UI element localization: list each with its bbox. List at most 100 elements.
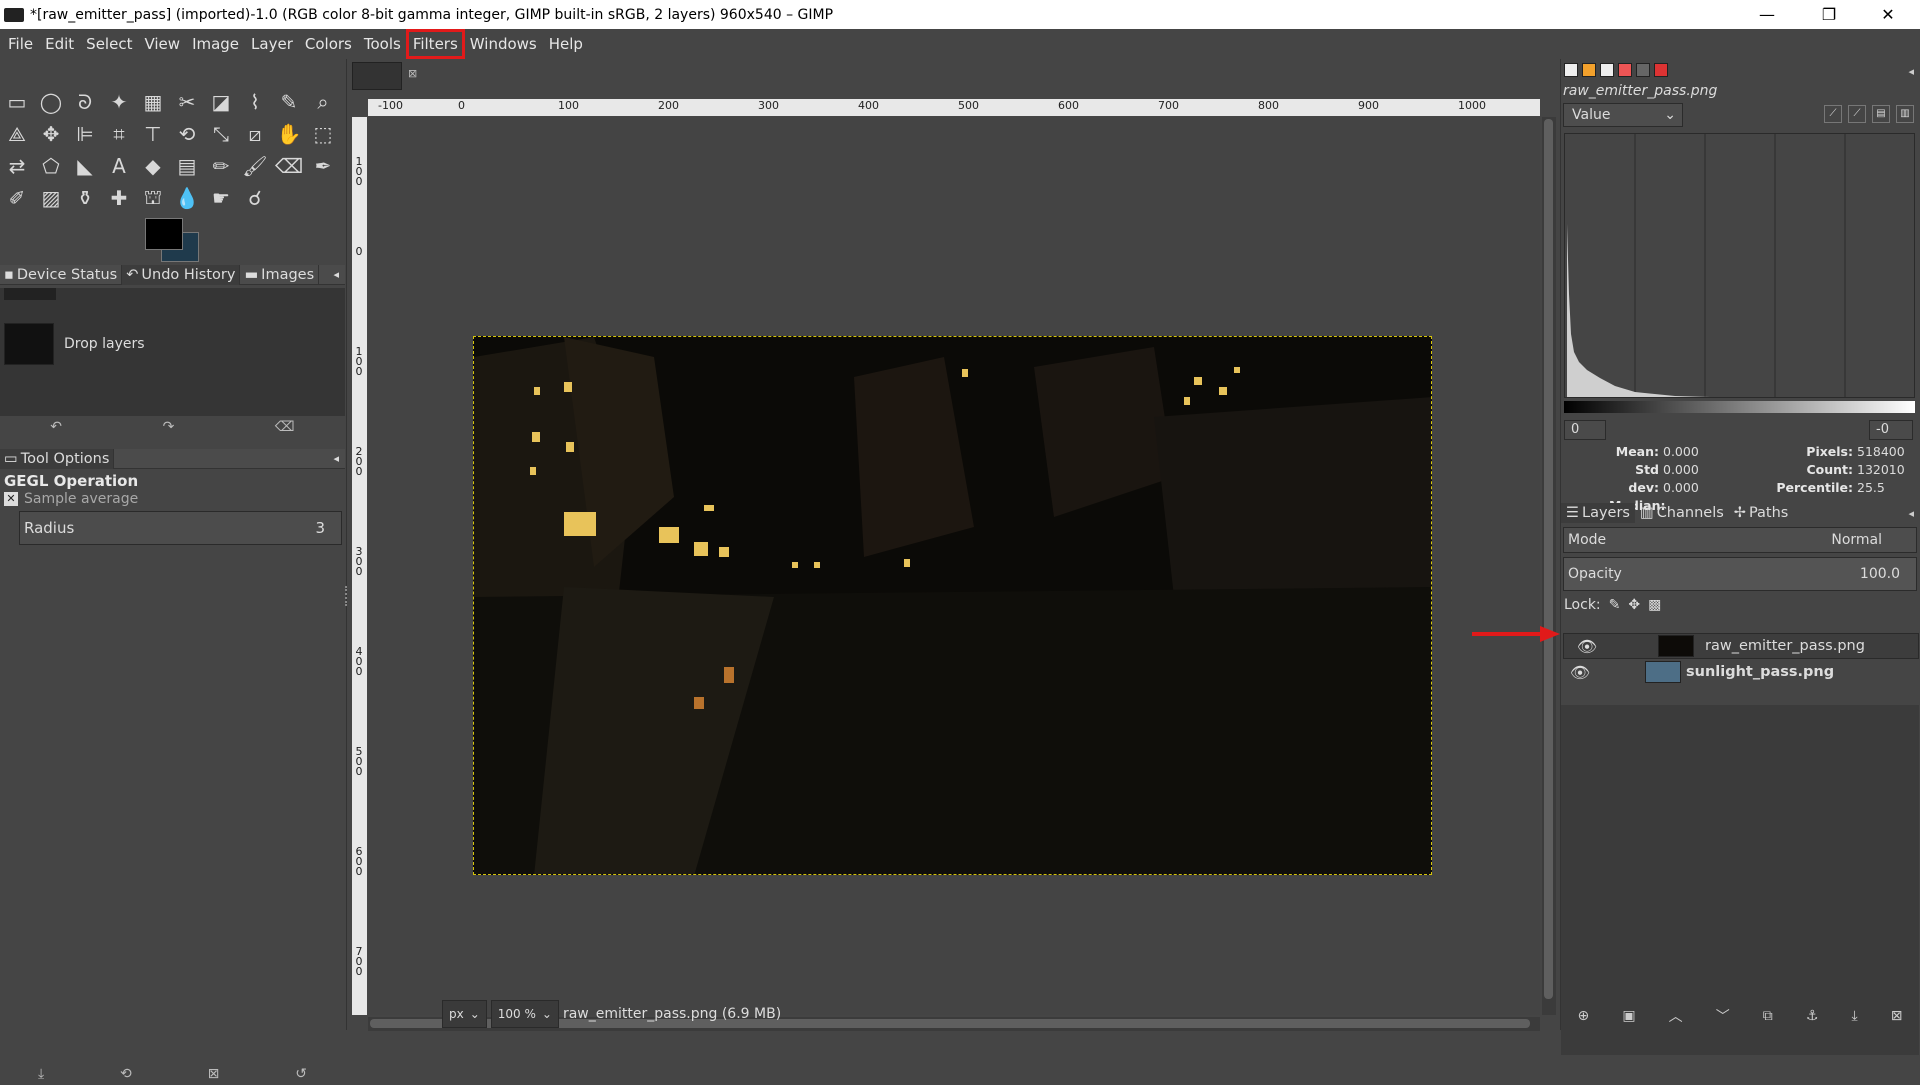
new-layer-group-icon[interactable]: ▣	[1622, 1008, 1635, 1024]
lock-alpha-icon[interactable]: ▩	[1648, 597, 1661, 613]
dock-config-icon[interactable]: ◂	[333, 268, 339, 281]
tab-device-status[interactable]: ▪ Device Status	[0, 264, 123, 285]
new-layer-icon[interactable]: ⊕	[1578, 1008, 1590, 1024]
restore-options-icon[interactable]: ⟲	[120, 1066, 132, 1082]
histogram-view-alt-icon[interactable]: ▥	[1896, 105, 1914, 123]
menu-image[interactable]: Image	[186, 30, 245, 58]
shear-icon[interactable]: ⧄	[240, 119, 270, 149]
linear-scale-icon[interactable]: ⟋	[1824, 105, 1842, 123]
visibility-eye-icon[interactable]: 👁	[1574, 637, 1600, 656]
anchor-layer-icon[interactable]: ⚓	[1806, 1008, 1819, 1024]
clear-history-icon[interactable]: ⌫	[275, 419, 295, 435]
paint-fill-icon[interactable]: ◆	[138, 151, 168, 181]
tab-layers[interactable]: ☰ Layers	[1561, 503, 1635, 523]
image-canvas[interactable]	[473, 336, 1432, 875]
menu-tools[interactable]: Tools	[358, 30, 407, 58]
histogram-dock-config-icon[interactable]: ◂	[1908, 65, 1914, 78]
mypaint-brush-icon[interactable]: ▨	[36, 183, 66, 213]
merge-layer-icon[interactable]: ⤓	[1851, 1008, 1857, 1024]
raise-layer-icon[interactable]: ︿	[1669, 1006, 1683, 1026]
lock-position-icon[interactable]: ✥	[1628, 597, 1640, 613]
zoom-icon[interactable]: ⌕	[308, 87, 338, 117]
bucket-fill-icon[interactable]: ◣	[70, 151, 100, 181]
vertical-scroll-thumb[interactable]	[1544, 119, 1553, 999]
duplicate-layer-icon[interactable]: ⧉	[1763, 1008, 1773, 1024]
paths-icon[interactable]: ⌇	[240, 87, 270, 117]
zoom-select[interactable]: 100 % ⌄	[490, 999, 559, 1028]
delete-options-icon[interactable]: ⊠	[208, 1066, 220, 1082]
layer-mode-select[interactable]: Mode Normal	[1563, 527, 1917, 553]
menu-windows[interactable]: Windows	[464, 30, 543, 58]
unified-transform-icon[interactable]: ⊤	[138, 119, 168, 149]
foreground-color-swatch[interactable]	[145, 218, 183, 250]
canvas-viewport[interactable]	[368, 117, 1540, 1015]
channel-select[interactable]: Value ⌄	[1563, 103, 1683, 127]
select-by-color-icon[interactable]: ▦	[138, 87, 168, 117]
heal-icon[interactable]: ✚	[104, 183, 134, 213]
crop-icon[interactable]: ⌗	[104, 119, 134, 149]
opacity-slider[interactable]: Opacity 100.0	[1563, 557, 1917, 591]
panel-resize-handle[interactable]	[345, 586, 349, 606]
menu-colors[interactable]: Colors	[299, 30, 358, 58]
unit-select[interactable]: px ⌄	[442, 999, 487, 1028]
image-tab-close-icon[interactable]: ⊠	[408, 67, 417, 80]
tab-tool-options[interactable]: ▭ Tool Options	[0, 448, 115, 469]
eraser-icon[interactable]: ⌫	[274, 151, 304, 181]
delete-layer-icon[interactable]: ⊠	[1891, 1008, 1903, 1024]
image-tab-thumbnail[interactable]	[352, 62, 402, 90]
tab-patterns-icon[interactable]	[1582, 63, 1596, 77]
layer-row[interactable]: 👁 raw_emitter_pass.png	[1563, 633, 1919, 659]
color-picker-icon[interactable]: ✎	[274, 87, 304, 117]
tab-pointer-icon[interactable]	[1654, 63, 1668, 77]
rotate-icon[interactable]: ⟲	[172, 119, 202, 149]
horizontal-ruler[interactable]: -100 0 100 200 300 400 500 600 700 800 900 1000	[368, 99, 1540, 116]
flip-icon[interactable]: ⇄	[2, 151, 32, 181]
vertical-ruler[interactable]: 100 0 100 200 300 400 500 600 700	[352, 117, 367, 1015]
tool-options-config-icon[interactable]: ◂	[333, 452, 339, 465]
perspective-icon[interactable]: ⬚	[308, 119, 338, 149]
dodge-burn-icon[interactable]: ☌	[240, 183, 270, 213]
scissors-icon[interactable]: ✂	[172, 87, 202, 117]
pencil-icon[interactable]: ✏	[206, 151, 236, 181]
tab-histogram-icon[interactable]	[1636, 63, 1650, 77]
perspective-clone-icon[interactable]: ⛫	[138, 183, 168, 213]
visibility-eye-icon[interactable]: 👁	[1567, 663, 1593, 682]
align-icon[interactable]: ⊫	[70, 119, 100, 149]
text-icon[interactable]: A	[104, 151, 134, 181]
fuzzy-select-icon[interactable]: ✦	[104, 87, 134, 117]
menu-help[interactable]: Help	[543, 30, 589, 58]
menu-edit[interactable]: Edit	[39, 30, 80, 58]
menu-view[interactable]: View	[138, 30, 186, 58]
tab-brushes-icon[interactable]	[1564, 63, 1578, 77]
menu-filters[interactable]: Filters	[405, 29, 465, 59]
lower-layer-icon[interactable]: ﹀	[1716, 1006, 1730, 1026]
smudge-icon[interactable]: ☛	[206, 183, 236, 213]
tab-gradients-icon[interactable]	[1618, 63, 1632, 77]
histogram-graph[interactable]	[1564, 133, 1915, 398]
radius-spinner[interactable]: Radius 3	[19, 511, 342, 545]
redo-icon[interactable]: ↷	[163, 419, 175, 435]
histogram-view-icon[interactable]: ▤	[1872, 105, 1890, 123]
layer-row[interactable]: 👁 sunlight_pass.png	[1563, 659, 1919, 685]
menu-layer[interactable]: Layer	[245, 30, 299, 58]
scale-icon[interactable]: ⤡	[206, 119, 236, 149]
menu-select[interactable]: Select	[80, 30, 138, 58]
menu-file[interactable]: File	[2, 30, 39, 58]
maximize-button[interactable]: ❐	[1806, 0, 1852, 29]
paintbrush-icon[interactable]: 🖌	[240, 151, 270, 181]
vertical-scrollbar[interactable]	[1542, 117, 1556, 1015]
sample-average-toggle[interactable]: ✕ Sample average	[4, 491, 138, 507]
close-button[interactable]: ✕	[1865, 0, 1911, 29]
undo-icon[interactable]: ↶	[50, 419, 62, 435]
minimize-button[interactable]: —	[1744, 0, 1790, 29]
ellipse-select-icon[interactable]: ◯	[36, 87, 66, 117]
measure-icon[interactable]: ⟁	[2, 119, 32, 149]
lock-pixels-icon[interactable]: ✎	[1609, 597, 1621, 613]
ink-icon[interactable]: ✐	[2, 183, 32, 213]
range-max-input[interactable]: -0	[1869, 420, 1913, 440]
tab-channels[interactable]: ▥ Channels	[1635, 503, 1729, 523]
free-select-icon[interactable]: ᘐ	[70, 87, 100, 117]
rect-select-icon[interactable]: ▭	[2, 87, 32, 117]
log-scale-icon[interactable]: ⟋	[1848, 105, 1866, 123]
move-icon[interactable]: ✥	[36, 119, 66, 149]
